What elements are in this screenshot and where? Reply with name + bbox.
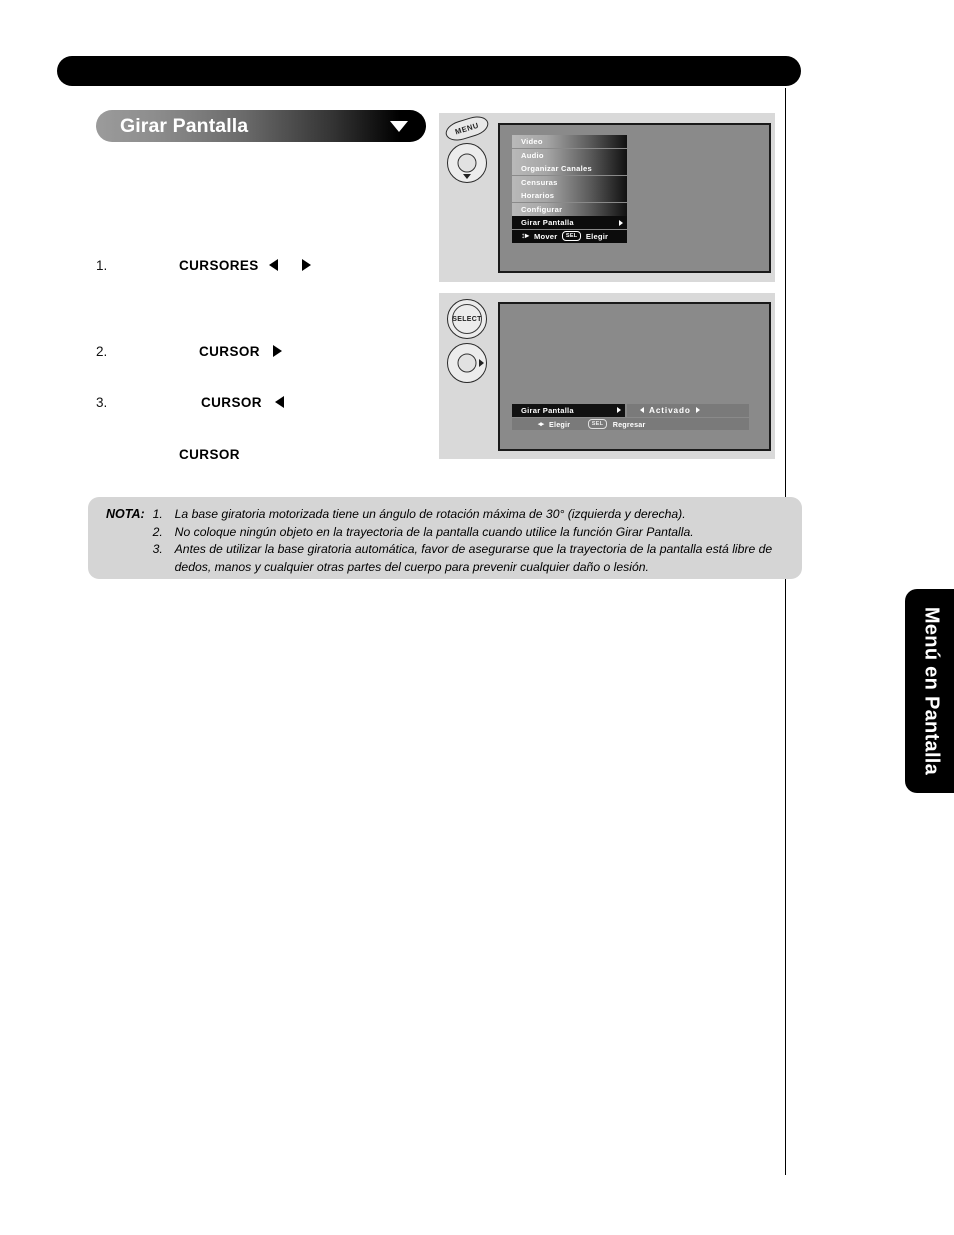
osd-help-move-label: Mover: [534, 231, 558, 241]
arrow-down-icon: [463, 174, 471, 179]
step-keyword: CURSOR: [199, 344, 260, 359]
step-keyword: CURSOR: [201, 395, 262, 410]
note-item-text: La base giratoria motorizada tiene un án…: [174, 507, 686, 521]
step-text: CURSOR: [199, 344, 283, 359]
osd-item-label: Configurar: [521, 204, 563, 214]
menu-button-label: MENU: [453, 120, 481, 137]
osd-menu-item[interactable]: Censuras: [512, 175, 627, 189]
note-item: 3. Antes de utilizar la base giratoria a…: [153, 541, 788, 576]
osd-menu-list: Video Audio Organizar Canales Censuras H…: [512, 135, 627, 243]
arrow-left-icon[interactable]: [640, 407, 644, 413]
arrow-right-icon[interactable]: [695, 407, 700, 413]
osd-setting-value-cell[interactable]: Activado: [627, 403, 749, 417]
osd-help-choose-label: Elegir: [549, 419, 571, 429]
sel-key-chip: SEL: [562, 231, 581, 241]
osd-menu-item[interactable]: Audio: [512, 148, 627, 162]
arrow-right-icon: [273, 345, 283, 357]
osd-menu-item[interactable]: Organizar Canales: [512, 162, 627, 175]
step-text: CURSOR: [201, 395, 285, 410]
step-keyword: CURSOR: [179, 447, 240, 462]
note-item: 1. La base giratoria motorizada tiene un…: [153, 506, 788, 524]
illustration-panel-setting: SELECT Girar Pantalla Activado ◂▸ Elegir…: [439, 293, 775, 459]
note-label: NOTA:: [106, 507, 145, 521]
cursor-pad-right-icon: [447, 343, 487, 383]
osd-menu-item[interactable]: Configurar: [512, 202, 627, 216]
osd-setting-row: Girar Pantalla Activado: [512, 403, 749, 417]
osd-item-label: Girar Pantalla: [521, 218, 574, 227]
osd-help-back-label: Regresar: [612, 419, 646, 429]
select-button-icon: SELECT: [447, 299, 487, 339]
note-item: 2. No coloque ningún objeto en la trayec…: [153, 524, 788, 542]
osd-help-bar: ◂▸ Elegir SEL Regresar: [512, 418, 749, 430]
step-number: 3.: [96, 395, 108, 410]
illustration-panel-main-menu: MENU Video Audio Organizar Canales Censu…: [439, 112, 775, 282]
step-number: 1.: [96, 258, 108, 273]
osd-menu-item[interactable]: Video: [512, 135, 627, 148]
osd-item-label: Horarios: [521, 191, 555, 200]
step-keyword: CURSORES: [179, 258, 259, 273]
arrow-left-icon: [268, 259, 278, 271]
osd-menu-item[interactable]: Horarios: [512, 189, 627, 202]
top-header-bar: [57, 56, 801, 86]
osd-item-label: Censuras: [521, 177, 558, 187]
up-down-arrows-icon: ↕▸: [521, 231, 530, 240]
osd-setting-value: Activado: [649, 405, 691, 415]
osd-setting-name: Girar Pantalla: [521, 405, 574, 415]
chevron-down-icon: [390, 120, 408, 132]
cursor-pad-down-icon: [447, 143, 487, 183]
osd-help-bar: ↕▸ Mover SEL Elegir: [512, 229, 627, 243]
step-number: 2.: [96, 344, 108, 359]
note-item-text: Antes de utilizar la base giratoria auto…: [174, 542, 773, 574]
note-list: 1. La base giratoria motorizada tiene un…: [153, 506, 788, 576]
arrow-right-icon: [619, 219, 623, 226]
menu-button-icon: MENU: [443, 112, 491, 145]
select-button-label: SELECT: [452, 315, 482, 323]
note-item-number: 2.: [152, 524, 163, 539]
sel-key-chip: SEL: [588, 419, 607, 429]
page-title: Girar Pantalla: [120, 114, 249, 137]
section-heading: Girar Pantalla: [96, 110, 426, 142]
step-text: CURSORES: [179, 258, 312, 273]
arrow-right-icon: [302, 259, 312, 271]
note-box: NOTA: 1. La base giratoria motorizada ti…: [88, 497, 802, 579]
page-gutter-rule: [785, 88, 786, 1175]
note-item-number: 1.: [152, 507, 163, 521]
osd-setting-bar: Girar Pantalla Activado ◂▸ Elegir SEL Re…: [512, 403, 749, 430]
osd-setting-name-cell[interactable]: Girar Pantalla: [512, 403, 625, 417]
note-item-number: 3.: [152, 542, 163, 556]
osd-item-label: Audio: [521, 150, 544, 160]
tv-screen-setting: Girar Pantalla Activado ◂▸ Elegir SEL Re…: [498, 302, 771, 451]
osd-menu-item-selected[interactable]: Girar Pantalla: [512, 216, 627, 229]
side-tab: Menú en Pantalla: [905, 589, 954, 793]
arrow-right-icon: [617, 407, 621, 413]
arrow-left-icon: [275, 396, 285, 408]
left-right-arrows-icon: ◂▸: [538, 421, 544, 428]
side-tab-label: Menú en Pantalla: [920, 606, 943, 776]
osd-item-label: Organizar Canales: [521, 164, 592, 173]
manual-page: Girar Pantalla 1. CURSORES 2. CURSOR 3. …: [0, 0, 954, 1235]
osd-help-choose-label: Elegir: [585, 231, 609, 241]
step-text: CURSOR: [179, 447, 240, 462]
note-item-text: No coloque ningún objeto en la trayector…: [174, 524, 694, 539]
tv-screen-main-menu: Video Audio Organizar Canales Censuras H…: [498, 123, 771, 273]
arrow-right-icon: [479, 359, 484, 367]
osd-item-label: Video: [521, 137, 543, 146]
